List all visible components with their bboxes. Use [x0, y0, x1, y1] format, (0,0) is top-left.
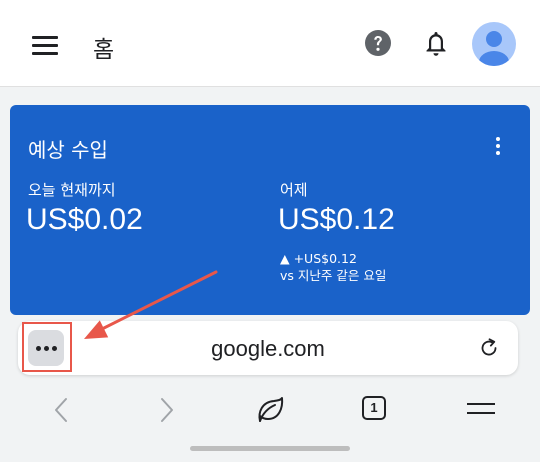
change-indicator: ▲ +US$0.12 vs 지난주 같은 요일 — [280, 250, 386, 284]
card-title: 예상 수입 — [28, 138, 108, 162]
today-label: 오늘 현재까지 — [28, 181, 116, 199]
forward-icon[interactable] — [156, 396, 176, 424]
browser-toolbar: 1 — [0, 388, 540, 432]
yesterday-label: 어제 — [280, 181, 308, 199]
app-bar: 홈 — [0, 0, 540, 87]
reload-icon[interactable] — [477, 336, 501, 360]
home-indicator[interactable] — [190, 446, 350, 451]
notifications-icon[interactable] — [422, 29, 450, 59]
page-title: 홈 — [93, 37, 115, 63]
change-value: ▲ +US$0.12 — [280, 251, 357, 266]
menu-icon[interactable] — [32, 36, 58, 56]
estimated-earnings-card[interactable]: 예상 수입 오늘 현재까지 US$0.02 어제 US$0.12 ▲ +US$0… — [10, 105, 530, 315]
tabs-icon[interactable]: 1 — [362, 396, 386, 420]
url-text[interactable]: google.com — [18, 336, 518, 362]
highlight-box — [22, 322, 72, 372]
today-amount: US$0.02 — [26, 203, 143, 236]
address-bar[interactable]: google.com — [18, 321, 518, 375]
tab-count: 1 — [370, 400, 378, 415]
menu-lines-icon[interactable] — [467, 403, 495, 415]
help-icon[interactable] — [364, 29, 392, 57]
more-vert-icon[interactable] — [494, 135, 502, 157]
leaf-icon[interactable] — [254, 393, 286, 425]
back-icon[interactable] — [52, 396, 72, 424]
yesterday-amount: US$0.12 — [278, 203, 395, 236]
account-avatar[interactable] — [472, 22, 516, 66]
change-note: vs 지난주 같은 요일 — [280, 268, 387, 283]
